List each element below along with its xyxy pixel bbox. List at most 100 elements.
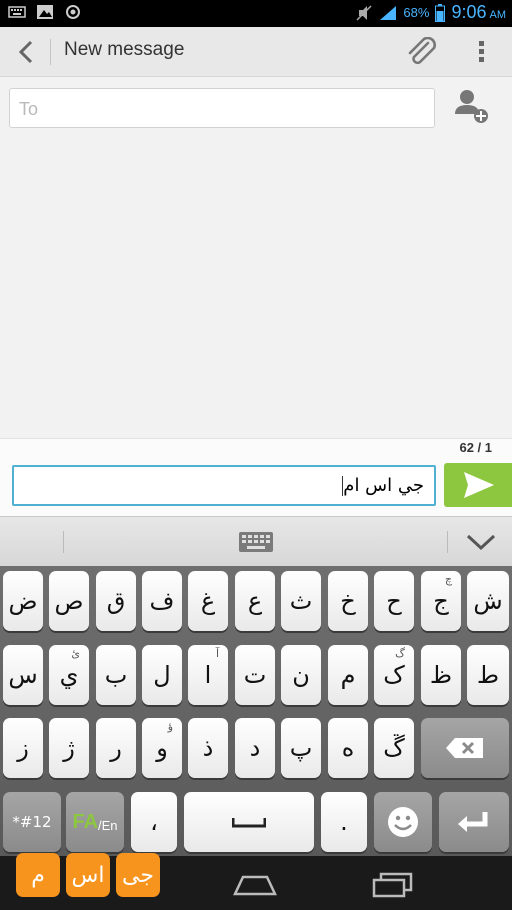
app-icon[interactable]: اس — [66, 853, 110, 897]
app-icon-label: جی — [122, 862, 154, 888]
key[interactable]: ت — [235, 645, 275, 705]
image-icon — [37, 5, 53, 19]
key[interactable]: جچ — [421, 571, 461, 631]
key[interactable]: ض — [3, 571, 43, 631]
send-icon — [464, 472, 494, 498]
key-label: ي — [59, 661, 79, 689]
toolbar-divider — [63, 531, 64, 553]
key-hint: چ — [444, 573, 452, 586]
key[interactable]: ح — [374, 571, 414, 631]
keyboard-icon — [8, 6, 26, 18]
mute-icon — [356, 4, 372, 21]
key-label: ڱ — [383, 734, 405, 762]
status-bar: 68% 9:06 AM — [0, 0, 512, 27]
add-contact-icon[interactable] — [452, 88, 492, 126]
key[interactable]: وؤ — [142, 718, 182, 778]
recent-apps-icon[interactable] — [371, 872, 413, 898]
key-label: ش — [473, 587, 503, 615]
key-label: پ — [289, 734, 313, 762]
key-label: م — [340, 661, 356, 689]
battery-percent: 68% — [403, 5, 430, 20]
send-button[interactable] — [444, 463, 512, 507]
key-label: /En — [98, 818, 118, 833]
paperclip-icon[interactable] — [404, 37, 440, 67]
key[interactable]: م — [328, 645, 368, 705]
back-arrow-icon[interactable] — [14, 39, 38, 65]
key-label: و — [156, 734, 168, 762]
key[interactable]: ع — [235, 571, 275, 631]
key[interactable]: ه — [328, 718, 368, 778]
key[interactable]: ط — [467, 645, 509, 705]
overflow-menu-icon[interactable] — [472, 39, 492, 65]
key-label: ع — [247, 587, 263, 615]
app-icon-label: م — [31, 862, 45, 888]
key-label: ژ — [63, 734, 75, 762]
clock-ampm: AM — [489, 9, 507, 21]
key[interactable]: ث — [281, 571, 321, 631]
key[interactable]: ظ — [421, 645, 461, 705]
key-label: ه — [341, 734, 355, 762]
app-icon[interactable]: جی — [116, 853, 160, 897]
key[interactable]: ر — [96, 718, 136, 778]
key-hint: ئ — [71, 647, 80, 660]
key[interactable]: خ — [328, 571, 368, 631]
chevron-down-icon[interactable] — [465, 533, 497, 551]
keyboard: ض ص ق ف غ ع ث خ ح جچ ش س يئ ب ل اآ ت ن م… — [0, 566, 512, 856]
enter-icon — [458, 812, 488, 832]
key[interactable]: ذ — [188, 718, 228, 778]
key[interactable]: اآ — [188, 645, 228, 705]
camera-icon — [66, 5, 80, 19]
key[interactable]: غ — [188, 571, 228, 631]
key-hint: ؤ — [167, 720, 173, 733]
signal-icon — [380, 5, 397, 20]
comma-key[interactable]: ، — [131, 792, 177, 852]
key-label: ق — [106, 587, 126, 615]
key[interactable]: ق — [96, 571, 136, 631]
action-bar-divider — [50, 39, 51, 65]
action-bar: New message — [0, 27, 512, 77]
key[interactable]: ژ — [49, 718, 89, 778]
key[interactable]: ص — [49, 571, 89, 631]
space-icon — [232, 818, 266, 828]
key[interactable]: يئ — [49, 645, 89, 705]
key[interactable]: ش — [467, 571, 509, 631]
key[interactable]: د — [235, 718, 275, 778]
key[interactable]: پ — [281, 718, 321, 778]
key-hint: گ — [395, 647, 405, 660]
recipient-input[interactable]: To — [9, 88, 435, 128]
key-label: ل — [153, 661, 171, 689]
key-label: ک — [383, 661, 405, 689]
space-key[interactable] — [184, 792, 314, 852]
key-label: . — [340, 808, 348, 836]
backspace-icon — [446, 738, 483, 758]
key-hint: آ — [215, 647, 219, 660]
key[interactable]: س — [3, 645, 43, 705]
period-key[interactable]: . — [321, 792, 367, 852]
key-label: ا — [204, 661, 212, 689]
key[interactable]: کگ — [374, 645, 414, 705]
home-icon[interactable] — [233, 874, 277, 896]
symbols-key[interactable]: *#12 — [3, 792, 61, 852]
key-label: ت — [243, 661, 267, 689]
key[interactable]: ڱ — [374, 718, 414, 778]
enter-key[interactable] — [439, 792, 509, 852]
app-icon[interactable]: م — [16, 853, 60, 897]
language-key[interactable]: FA/En — [66, 792, 124, 852]
key[interactable]: ف — [142, 571, 182, 631]
key-label: FA — [72, 810, 99, 833]
message-input[interactable]: جي اس ام — [12, 465, 436, 506]
toolbar-divider — [447, 531, 448, 553]
backspace-key[interactable] — [421, 718, 509, 778]
key-label: خ — [340, 587, 356, 615]
keyboard-toolbar — [0, 516, 512, 566]
key[interactable]: ب — [96, 645, 136, 705]
message-text: جي اس ام — [343, 475, 424, 496]
key[interactable]: ل — [142, 645, 182, 705]
key[interactable]: ن — [281, 645, 321, 705]
key-label: ن — [292, 661, 310, 689]
key-label: غ — [200, 587, 216, 615]
emoji-key[interactable] — [374, 792, 432, 852]
key[interactable]: ز — [3, 718, 43, 778]
smiley-icon — [388, 807, 418, 837]
keyboard-settings-icon[interactable] — [238, 531, 274, 553]
